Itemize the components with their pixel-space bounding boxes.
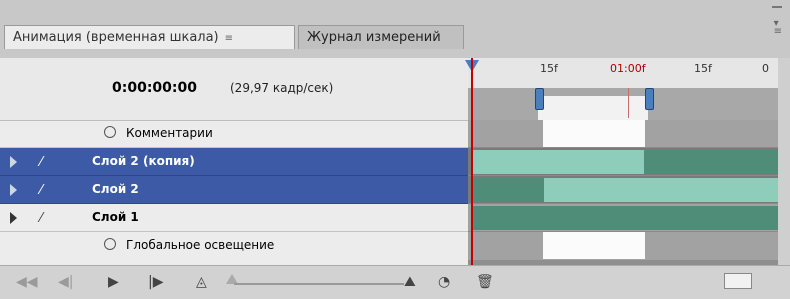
work-area <box>468 88 778 120</box>
track-global-lighting <box>468 232 778 260</box>
row-comments[interactable]: Комментарии <box>0 120 468 148</box>
timeline-area[interactable]: 15f 01:00f 15f 0 <box>468 58 778 265</box>
tab-menu-icon[interactable]: ≡ <box>225 27 233 51</box>
row-layer-2[interactable]: ⁄ Слой 2 <box>0 176 468 204</box>
work-area-end-handle[interactable] <box>645 88 654 110</box>
play-icon[interactable]: ▶ <box>108 274 119 290</box>
ruler-tick: 15f <box>694 62 712 75</box>
next-frame-icon[interactable]: |▶ <box>148 274 163 290</box>
stopwatch-icon[interactable] <box>104 238 116 250</box>
row-label: Слой 2 (копия) <box>92 154 195 168</box>
expand-triangle-icon[interactable] <box>10 184 17 196</box>
track-work-range <box>543 232 645 259</box>
layer-duration-bar[interactable] <box>472 150 644 174</box>
row-label: Глобальное освещение <box>126 238 275 252</box>
row-label: Слой 2 <box>92 182 139 196</box>
prev-frame-icon[interactable]: ◀| <box>58 274 73 290</box>
row-layer-1[interactable]: ⁄ Слой 1 <box>0 204 468 232</box>
current-timecode[interactable]: 0:00:00:00 <box>112 80 197 96</box>
ruler-tick: 15f <box>540 62 558 75</box>
first-frame-icon[interactable]: ◀◀ <box>16 274 38 290</box>
brush-icon: ⁄ <box>40 211 43 226</box>
timecode-header: 0:00:00:00 (29,97 кадр/сек) <box>0 58 468 121</box>
zoom-slider[interactable] <box>234 283 404 285</box>
row-layer-2-copy[interactable]: ⁄ Слой 2 (копия) <box>0 148 468 176</box>
tab-measurement-log[interactable]: Журнал измерений <box>298 25 464 49</box>
brush-icon: ⁄ <box>40 155 43 170</box>
track-work-range <box>543 120 645 147</box>
ruler-tick: 01:00f <box>610 62 646 75</box>
playhead-line[interactable] <box>471 58 473 265</box>
bottom-toolbar: ◀◀ ◀| ▶ |▶ ◬ ⛰ ◔ 🗑 <box>0 265 790 299</box>
row-label: Комментарии <box>126 126 213 140</box>
frame-rate-label: (29,97 кадр/сек) <box>230 81 334 95</box>
time-ruler[interactable]: 15f 01:00f 15f 0 <box>468 58 778 88</box>
brush-icon: ⁄ <box>40 183 43 198</box>
work-area-bar[interactable] <box>538 96 648 120</box>
audio-icon[interactable]: ◬ <box>196 274 207 290</box>
tween-icon[interactable]: ◔ <box>438 274 450 290</box>
layer-duration-bar[interactable] <box>472 206 778 230</box>
layers-list: 0:00:00:00 (29,97 кадр/сек) Комментарии … <box>0 58 468 265</box>
row-global-lighting[interactable]: Глобальное освещение <box>0 232 468 260</box>
ruler-tick: 0 <box>762 62 769 75</box>
expand-triangle-icon[interactable] <box>10 156 17 168</box>
vertical-scrollbar[interactable] <box>778 58 790 265</box>
marker-line <box>628 88 629 118</box>
animation-panel: Анимация (временная шкала) ≡ Журнал измер… <box>0 0 790 299</box>
row-label: Слой 1 <box>92 210 139 224</box>
track-comments <box>468 120 778 148</box>
tab-animation-timeline[interactable]: Анимация (временная шкала) ≡ <box>4 25 295 49</box>
stopwatch-icon[interactable] <box>104 126 116 138</box>
expand-triangle-icon[interactable] <box>10 212 17 224</box>
track-layer-1[interactable] <box>468 204 778 232</box>
panel-menu-icon[interactable]: ▾ ≡ <box>774 19 782 37</box>
work-area-start-handle[interactable] <box>535 88 544 110</box>
layer-duration-bar[interactable] <box>472 178 544 202</box>
tab-bar: Анимация (временная шкала) ≡ Журнал измер… <box>0 0 790 58</box>
layer-duration-bar[interactable] <box>644 150 778 174</box>
track-layer-2-copy[interactable] <box>468 148 778 176</box>
trash-icon[interactable]: 🗑 <box>476 274 494 290</box>
zoom-in-mountain-icon[interactable]: ⛰ <box>404 274 416 290</box>
tab-label: Журнал измерений <box>307 30 441 45</box>
minimize-icon[interactable] <box>772 6 782 8</box>
panel-options-button[interactable] <box>724 273 752 289</box>
track-layer-2[interactable] <box>468 176 778 204</box>
layer-duration-bar[interactable] <box>544 178 778 202</box>
tab-label: Анимация (временная шкала) <box>13 30 219 45</box>
